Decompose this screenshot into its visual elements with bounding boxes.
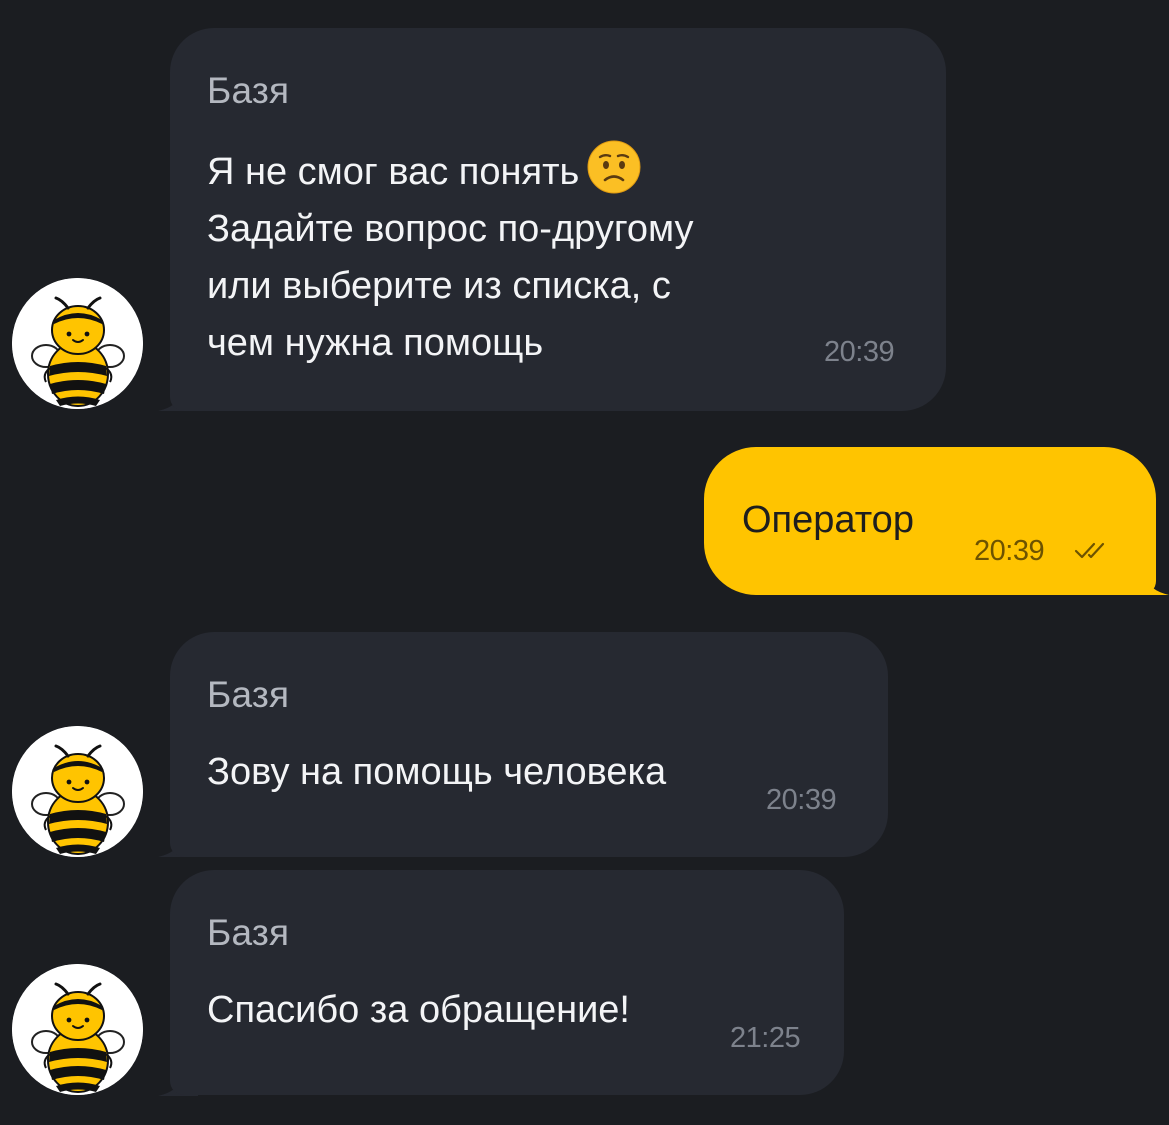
worried-face-icon xyxy=(587,140,641,194)
message-line: чем нужна помощь xyxy=(207,322,544,364)
message-line-text: Я не смог вас понять xyxy=(207,151,580,193)
incoming-message-bubble[interactable]: Базя Я не смог вас понять Задайте вопрос… xyxy=(170,28,946,411)
message-text: Спасибо за обращение! xyxy=(207,989,630,1031)
message-sender: Базя xyxy=(207,70,290,111)
message-line: Я не смог вас понять xyxy=(207,140,694,201)
bubble-tail xyxy=(1129,565,1169,595)
message-time: 21:25 xyxy=(730,1022,801,1054)
message-time: 20:39 xyxy=(766,784,837,816)
message-text: Зову на помощь человека xyxy=(207,751,667,793)
message-line: Задайте вопрос по-другому xyxy=(207,208,694,250)
read-double-check-icon xyxy=(1074,542,1105,559)
message-text: Я не смог вас понять Задайте вопрос по-д… xyxy=(207,140,694,372)
outgoing-message-bubble[interactable]: Оператор 20:39 xyxy=(704,447,1156,595)
message-time: 20:39 xyxy=(974,535,1045,567)
message-sender: Базя xyxy=(207,674,290,715)
incoming-message-bubble[interactable]: Базя Зову на помощь человека 20:39 xyxy=(170,632,888,857)
message-line: или выберите из списка, с xyxy=(207,265,671,307)
bee-avatar-icon[interactable] xyxy=(12,726,143,857)
message-sender: Базя xyxy=(207,912,290,953)
bee-avatar-icon[interactable] xyxy=(12,278,143,409)
message-time: 20:39 xyxy=(824,336,895,368)
message-text: Оператор xyxy=(742,499,914,541)
incoming-message-bubble[interactable]: Базя Спасибо за обращение! 21:25 xyxy=(170,870,844,1095)
bee-avatar-icon[interactable] xyxy=(12,964,143,1095)
